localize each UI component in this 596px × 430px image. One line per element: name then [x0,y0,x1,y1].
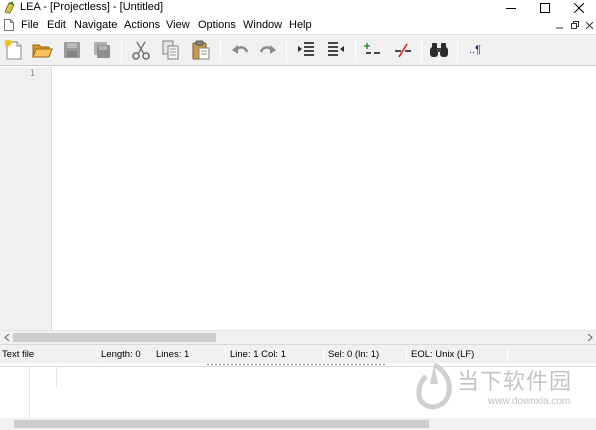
status-separator [97,347,98,362]
app-icon [4,1,15,14]
status-file-type: Text file [2,349,35,360]
status-separator [323,347,324,362]
text-area[interactable] [53,67,596,330]
menu-help[interactable]: Help [289,19,312,32]
watermark: 当下软件园 www.downxia.com [410,362,596,418]
paste-icon [192,40,210,60]
open-folder-icon [32,44,53,58]
minimize-button[interactable] [494,0,528,16]
redo-button[interactable] [256,38,280,62]
toolbar-separator [220,40,221,62]
open-folder-button[interactable] [30,38,54,62]
window-title: LEA - [Projectless] - [Untitled] [20,1,164,13]
mdi-minimize-button[interactable] [553,19,565,31]
close-icon [574,3,584,13]
output-gutter [0,367,30,419]
strike-dash-icon [395,43,411,58]
status-selection: Sel: 0 (ln: 1) [328,349,380,360]
scroll-left-button[interactable] [0,331,13,344]
comment-line-button[interactable] [361,38,385,62]
status-position: Line: 1 Col: 1 [230,349,286,360]
undo-icon [232,45,249,54]
find-button[interactable] [427,38,451,62]
editor[interactable]: 1 [0,67,596,330]
status-lines: Lines: 1 [156,349,190,360]
restore-icon [571,21,579,29]
toolbar-separator [286,40,287,62]
unindent-icon [328,42,344,56]
status-separator [507,347,508,362]
line-number-gutter: 1 [0,67,52,330]
mdi-close-button[interactable] [583,19,595,31]
horizontal-scrollbar[interactable] [0,330,596,344]
save-button[interactable] [60,38,84,62]
line-number: 1 [29,69,35,79]
copy-icon [162,40,179,60]
uncomment-line-button[interactable] [391,38,415,62]
title-bar: LEA - [Projectless] - [Untitled] [0,0,596,16]
status-length: Length: 0 [101,349,141,360]
output-horizontal-scrollbar[interactable] [0,418,596,430]
paste-button[interactable] [189,38,213,62]
menu-bar: File Edit Navigate Actions View Options … [0,16,596,34]
save-icon [64,42,80,58]
toolbar: ..¶ [0,34,596,66]
chevron-left-icon [3,334,9,341]
maximize-icon [540,3,550,13]
save-all-button[interactable] [90,38,114,62]
close-icon [585,21,593,29]
pilcrow-icon: ..¶ [468,44,482,56]
menu-actions[interactable]: Actions [124,19,160,32]
scrollbar-thumb[interactable] [13,333,216,342]
undo-button[interactable] [228,38,252,62]
save-all-icon [94,42,110,58]
unindent-button[interactable] [324,38,348,62]
chevron-right-icon [587,334,593,341]
status-separator [225,347,226,362]
binoculars-icon [430,43,448,57]
minimize-icon [506,8,516,9]
minimize-icon [555,27,563,28]
output-divider [56,367,57,387]
maximize-button[interactable] [528,0,562,16]
plus-dash-icon [364,43,380,54]
menu-options[interactable]: Options [198,19,236,32]
scroll-right-button[interactable] [583,331,596,344]
status-separator [406,347,407,362]
watermark-text: 当下软件园 [457,370,573,395]
menu-edit[interactable]: Edit [47,19,66,32]
show-whitespace-button[interactable]: ..¶ [463,38,487,62]
scissors-icon [132,41,150,60]
toolbar-separator [355,40,356,62]
new-file-button[interactable] [2,38,26,62]
menu-file[interactable]: File [21,19,39,32]
menu-navigate[interactable]: Navigate [74,19,117,32]
watermark-logo-icon [416,362,452,410]
new-file-icon [4,39,22,60]
watermark-url: www.downxia.com [488,396,571,407]
mdi-restore-button[interactable] [569,19,581,31]
copy-button[interactable] [159,38,183,62]
menu-window[interactable]: Window [243,19,282,32]
redo-icon [259,45,276,54]
status-bar: Text file Length: 0 Lines: 1 Line: 1 Col… [0,344,596,363]
toolbar-separator [121,40,122,62]
close-button[interactable] [562,0,596,16]
toolbar-separator [421,40,422,62]
indent-button[interactable] [294,38,318,62]
cut-button[interactable] [129,38,153,62]
toolbar-separator [457,40,458,62]
indent-icon [298,42,314,56]
status-eol: EOL: Unix (LF) [411,349,475,360]
menu-view[interactable]: View [166,19,190,32]
scrollbar-thumb[interactable] [14,420,429,428]
document-icon [4,19,14,31]
